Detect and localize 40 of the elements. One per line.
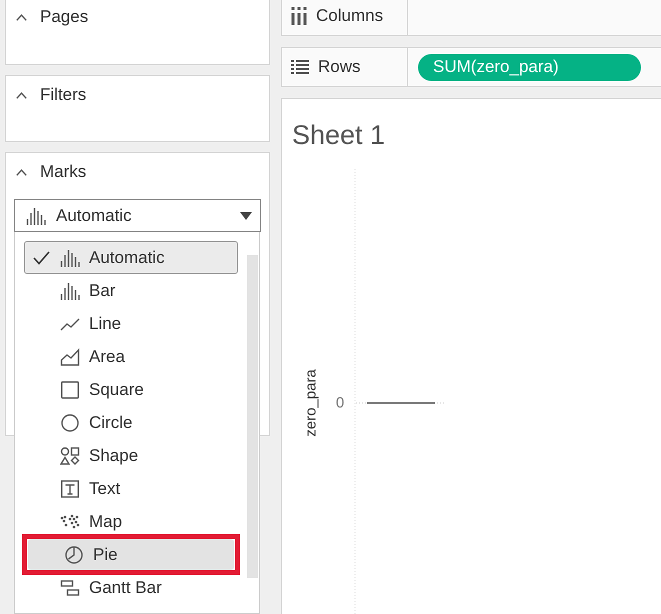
axis-tick-label: 0: [336, 394, 344, 411]
circle-icon: [60, 414, 80, 432]
menu-item[interactable]: Pie: [28, 539, 234, 570]
check-icon: [33, 250, 50, 264]
chevron-up-icon[interactable]: [16, 14, 27, 20]
menu-item[interactable]: Area: [24, 340, 238, 373]
panel-title: Pages: [40, 7, 88, 27]
menu-item[interactable]: Shape: [24, 439, 238, 472]
area-chart-icon: [60, 348, 80, 366]
menu-item[interactable]: Map: [24, 505, 238, 538]
scrollbar-thumb[interactable]: [247, 255, 258, 578]
axis-title: zero_para: [302, 368, 320, 436]
bar-chart-icon: [60, 248, 80, 266]
panel-title: Marks: [40, 162, 86, 182]
bar-chart-icon: [26, 206, 46, 224]
shelf-label: Columns: [316, 5, 384, 28]
caret-down-icon: [240, 212, 252, 220]
menu-item[interactable]: Line: [24, 307, 238, 340]
pie-chart-icon: [64, 546, 84, 564]
gantt-bar-icon: [60, 578, 80, 596]
text-box-icon: [60, 480, 80, 498]
square-icon: [60, 380, 80, 398]
menu-item[interactable]: Text: [24, 472, 238, 505]
menu-item[interactable]: Square: [24, 373, 238, 406]
panel-title: Filters: [40, 85, 86, 105]
bar-chart-icon: [60, 282, 80, 300]
sheet-title: Sheet 1: [291, 119, 386, 151]
chevron-up-icon[interactable]: [16, 168, 27, 176]
shapes-icon: [60, 446, 80, 464]
dots-map-icon: [60, 512, 80, 530]
columns-icon: [291, 7, 307, 25]
mark-line: [367, 402, 435, 404]
rows-icon: [291, 60, 309, 74]
menu-item[interactable]: Gantt Bar: [24, 571, 238, 604]
chevron-up-icon[interactable]: [16, 92, 27, 98]
shelf-label: Rows: [318, 56, 361, 78]
menu-item[interactable]: Automatic: [24, 241, 238, 274]
mark-type-dropdown[interactable]: Automatic: [14, 199, 261, 232]
menu-item[interactable]: Bar: [24, 274, 238, 307]
menu-item[interactable]: Circle: [24, 406, 238, 439]
